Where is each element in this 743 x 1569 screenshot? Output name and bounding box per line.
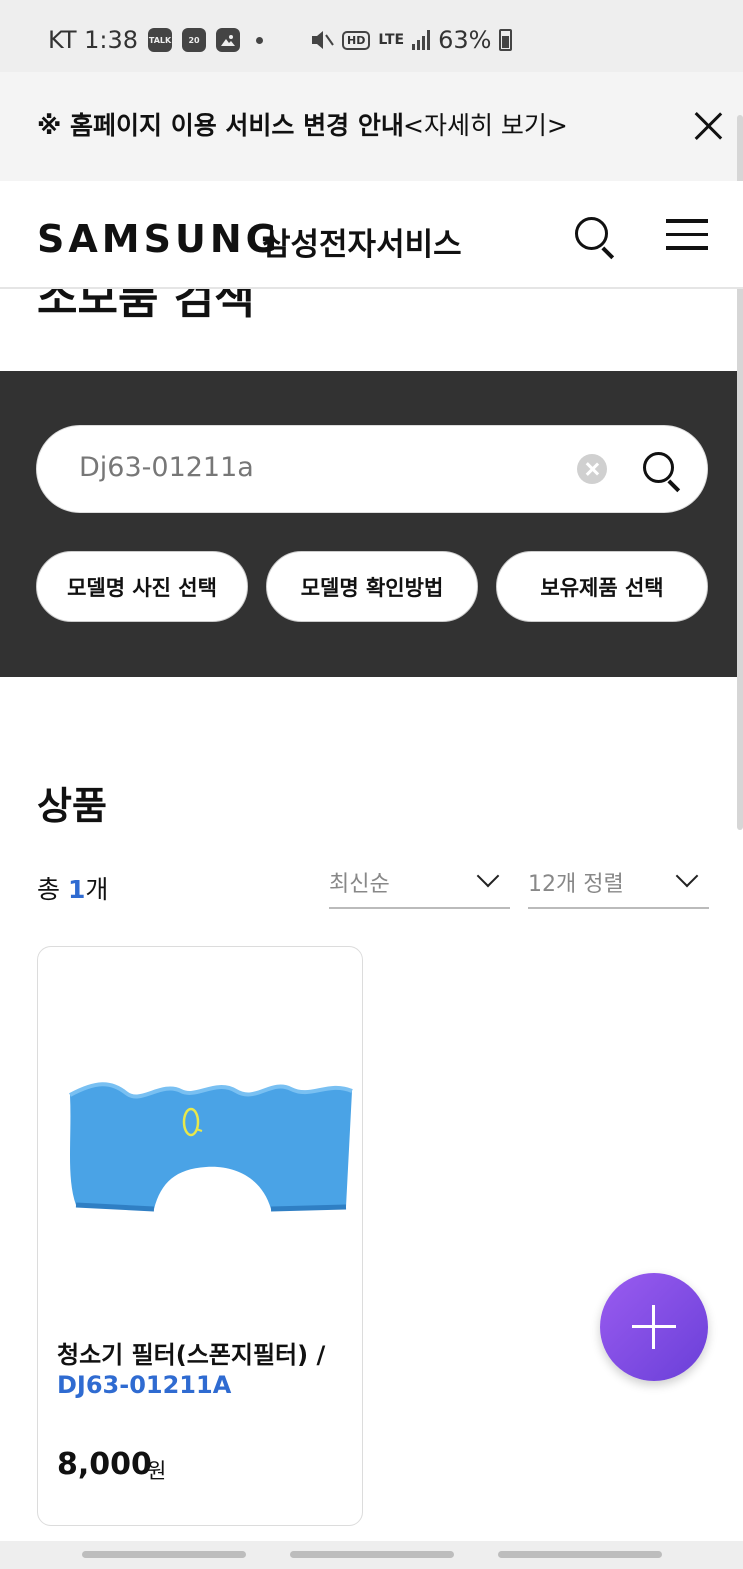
back-nav-handle[interactable] (498, 1551, 662, 1558)
signal-icon (412, 30, 431, 50)
search-submit-icon[interactable] (641, 450, 685, 494)
notice-detail-link[interactable]: <자세히 보기> (403, 106, 568, 142)
model-photo-select-button[interactable]: 모델명 사진 선택 (36, 551, 248, 622)
search-input-value[interactable]: Dj63-01211a (79, 452, 254, 483)
per-page-select-value: 12개 정렬 (528, 872, 624, 897)
notification-dot (256, 36, 264, 44)
blog-icon: 20 (182, 28, 207, 52)
notice-text: ※ 홈페이지 이용 서비스 변경 안내 (37, 111, 404, 140)
price-currency: 원 (147, 1459, 167, 1483)
clear-icon[interactable] (577, 454, 607, 484)
gallery-icon (216, 28, 241, 52)
system-nav-bar (0, 1541, 743, 1569)
total-suffix: 개 (85, 875, 109, 904)
product-code[interactable]: DJ63-01211A (57, 1371, 231, 1399)
search-panel: Dj63-01211a 모델명 사진 선택 모델명 확인방법 보유제품 선택 (0, 371, 743, 677)
carrier-time: KT 1:38 (48, 26, 139, 54)
per-page-select[interactable]: 12개 정렬 (528, 860, 709, 909)
sponge-filter-image (69, 1082, 353, 1212)
search-input[interactable]: Dj63-01211a (36, 425, 708, 513)
total-count-value: 1 (67, 875, 86, 904)
recents-nav-handle[interactable] (82, 1551, 246, 1558)
home-nav-handle[interactable] (290, 1551, 454, 1558)
chevron-down-icon (476, 864, 500, 888)
status-left: KT 1:38 TALK 20 (48, 26, 264, 54)
product-price: 8,000 (57, 1447, 152, 1482)
samsung-logo[interactable]: SAMSUNG (37, 217, 281, 261)
battery-percent: 63% (438, 26, 492, 54)
total-prefix: 총 (37, 875, 68, 904)
owned-product-select-button[interactable]: 보유제품 선택 (496, 551, 708, 622)
model-check-method-button[interactable]: 모델명 확인방법 (266, 551, 478, 622)
close-icon[interactable] (690, 108, 726, 144)
sort-select[interactable]: 최신순 (329, 860, 510, 909)
add-fab-button[interactable] (600, 1273, 708, 1381)
hd-icon: HD (342, 30, 371, 50)
status-right: HD LTE 63% (310, 26, 513, 54)
battery-icon (499, 29, 513, 51)
sort-select-value: 최신순 (329, 872, 390, 897)
total-count: 총 1개 (37, 870, 108, 906)
talk-icon: TALK (148, 28, 173, 52)
products-heading: 상품 (37, 784, 107, 828)
lte-label: LTE (378, 32, 405, 48)
product-name[interactable]: 청소기 필터(스폰지필터) / (57, 1337, 357, 1373)
brand-subtitle[interactable]: 삼성전자서비스 (262, 219, 462, 264)
product-card[interactable]: 청소기 필터(스폰지필터) / DJ63-01211A 8,000 원 (37, 946, 363, 1526)
search-icon[interactable] (573, 215, 617, 259)
menu-icon[interactable] (666, 219, 708, 251)
mute-icon (312, 31, 334, 49)
chevron-down-icon (675, 864, 699, 888)
notice-banner: ※ 홈페이지 이용 서비스 변경 안내 <자세히 보기> (0, 72, 743, 181)
site-header: SAMSUNG 삼성전자서비스 (0, 181, 743, 289)
status-bar: KT 1:38 TALK 20 HD LTE 63% (0, 0, 743, 72)
